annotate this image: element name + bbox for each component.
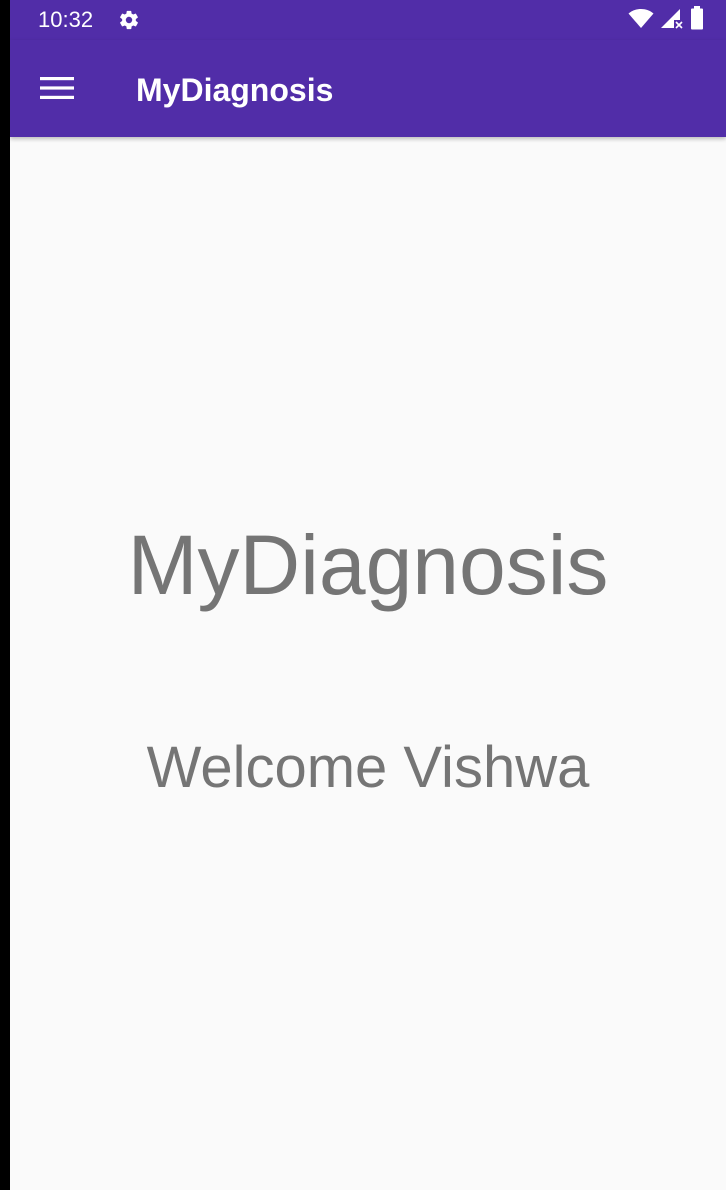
settings-gear-icon [118,9,140,31]
status-bar: 10:32 [10,0,726,40]
battery-icon [690,5,704,35]
status-icons [628,5,704,35]
cell-signal-no-data-icon [660,7,684,34]
navigation-menu-button[interactable] [30,66,86,114]
welcome-message: Welcome Vishwa [146,735,590,800]
app-toolbar: MyDiagnosis [10,40,726,137]
main-content: MyDiagnosis Welcome Vishwa [10,137,726,1190]
app-name-heading: MyDiagnosis [127,518,609,612]
status-time: 10:32 [38,7,94,32]
hamburger-menu-icon [40,76,76,105]
wifi-icon [628,7,654,34]
app-screen: 10:32 MyDiagnosis MyDiagnosis Welcome Vi… [10,0,726,1190]
toolbar-title: MyDiagnosis [136,72,334,108]
